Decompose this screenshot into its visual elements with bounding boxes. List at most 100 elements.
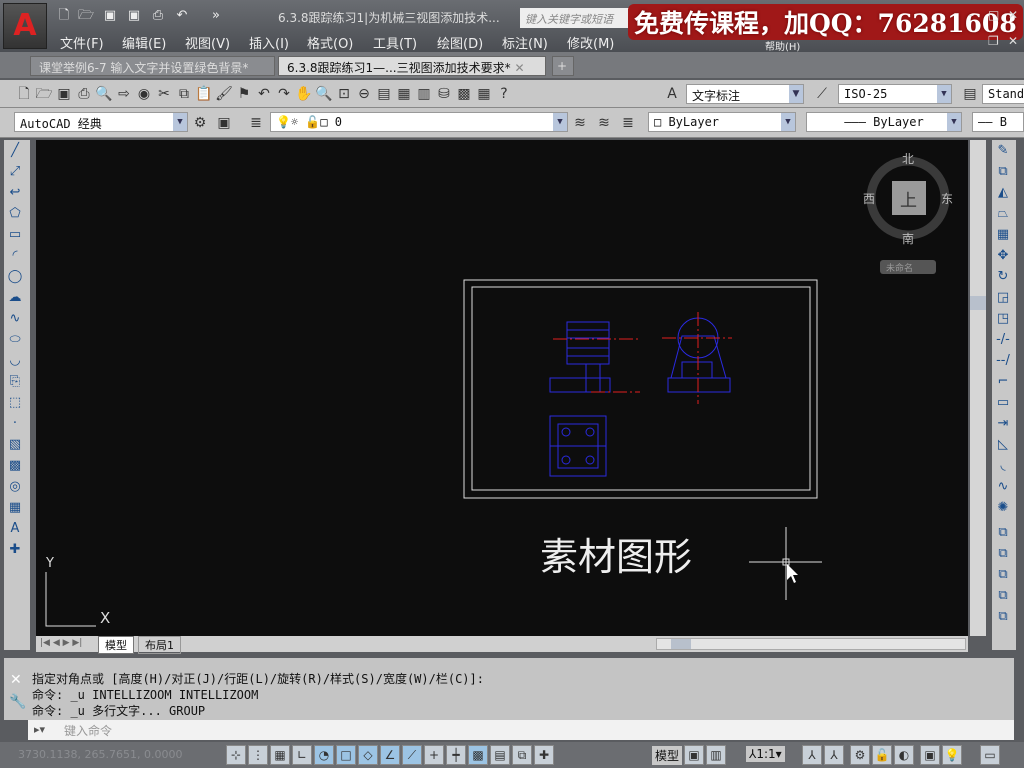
- copy-object-icon[interactable]: ⧉: [992, 161, 1014, 182]
- otrack-toggle[interactable]: ∠: [380, 745, 400, 765]
- workspace-icon[interactable]: ▣: [214, 113, 234, 133]
- revision-cloud-icon[interactable]: ☁: [4, 287, 26, 308]
- markup-icon[interactable]: ▩: [454, 84, 474, 104]
- menu-draw[interactable]: 绘图(D): [437, 33, 483, 52]
- clean-screen-icon[interactable]: ▭: [980, 745, 1000, 765]
- quick-properties-toggle[interactable]: ▤: [490, 745, 510, 765]
- zoom-previous-icon[interactable]: ⊖: [354, 84, 374, 104]
- cut-icon[interactable]: ✂: [154, 84, 174, 104]
- viewcube-east[interactable]: 东: [941, 190, 953, 207]
- color-select[interactable]: □ ByLayer ▼: [648, 112, 796, 132]
- spline-icon[interactable]: ∿: [4, 308, 26, 329]
- region-icon[interactable]: ◎: [4, 476, 26, 497]
- make-block-icon[interactable]: ⬚: [4, 392, 26, 413]
- lineweight-toggle[interactable]: ┿: [446, 745, 466, 765]
- construction-line-icon[interactable]: ⤢: [4, 161, 26, 182]
- layer-select[interactable]: 💡☼ 🔓□ 0 ▼: [270, 112, 568, 132]
- dim-style-select[interactable]: ISO-25 ▼: [838, 84, 952, 104]
- extend-icon[interactable]: --/: [992, 350, 1014, 371]
- coordinate-readout[interactable]: 3730.1138, 265.7651, 0.0000: [18, 748, 182, 761]
- lightbulb-icon[interactable]: 💡: [942, 745, 962, 765]
- ellipse-arc-icon[interactable]: ◡: [4, 350, 26, 371]
- properties-icon[interactable]: ▤: [374, 84, 394, 104]
- scrollbar-thumb[interactable]: [671, 639, 691, 649]
- lock-icon[interactable]: 🔓: [872, 745, 892, 765]
- add-selected-icon[interactable]: ✚: [4, 539, 26, 560]
- layout-icon[interactable]: ▣: [684, 745, 704, 765]
- menu-file[interactable]: 文件(F): [60, 33, 104, 52]
- draw-order-icon[interactable]: ⧉: [992, 522, 1014, 543]
- multiline-text-icon[interactable]: A: [4, 518, 26, 539]
- infer-constraints-toggle[interactable]: ⊹: [226, 745, 246, 765]
- annotation-scale-select[interactable]: ⅄1:1▾: [746, 746, 785, 762]
- menu-modify[interactable]: 修改(M): [567, 33, 614, 52]
- gear-icon[interactable]: ⚙: [190, 113, 210, 133]
- wrench-icon[interactable]: 🔧: [9, 694, 26, 710]
- pan-icon[interactable]: ✋: [294, 84, 314, 104]
- menu-insert[interactable]: 插入(I): [249, 33, 289, 52]
- drawing-text[interactable]: 素材图形: [540, 526, 692, 581]
- drawing-canvas[interactable]: 北 南 东 西 上 未命名 素材图形 Y X: [36, 140, 968, 636]
- annotation-monitor-toggle[interactable]: ✚: [534, 745, 554, 765]
- viewcube-south[interactable]: 南: [902, 230, 914, 247]
- hardware-acceleration-icon[interactable]: ◐: [894, 745, 914, 765]
- more-icon[interactable]: »: [208, 8, 224, 24]
- horizontal-scrollbar[interactable]: [656, 638, 966, 650]
- zoom-realtime-icon[interactable]: 🔍: [314, 84, 334, 104]
- menu-tools[interactable]: 工具(T): [373, 33, 417, 52]
- open-icon[interactable]: 🗁: [78, 8, 94, 24]
- layer-previous-icon[interactable]: ≋: [594, 113, 614, 133]
- close-tab-icon[interactable]: ✕: [514, 61, 524, 75]
- viewcube-west[interactable]: 西: [863, 190, 875, 207]
- bring-above-icon[interactable]: ⧉: [992, 585, 1014, 606]
- isolate-objects-icon[interactable]: ▣: [920, 745, 940, 765]
- fillet-icon[interactable]: ◟: [992, 455, 1014, 476]
- zoom-window-icon[interactable]: ⊡: [334, 84, 354, 104]
- viewcube-north[interactable]: 北: [902, 150, 914, 167]
- tab-nav-arrows[interactable]: |◀ ◀ ▶ ▶|: [40, 638, 82, 648]
- polar-toggle[interactable]: ◔: [314, 745, 334, 765]
- application-menu-button[interactable]: A: [3, 3, 47, 49]
- dyn-toggle[interactable]: +: [424, 745, 444, 765]
- break-icon[interactable]: ▭: [992, 392, 1014, 413]
- ellipse-icon[interactable]: ⬭: [4, 329, 26, 350]
- explode-icon[interactable]: ✺: [992, 497, 1014, 518]
- table-style-select[interactable]: Stand: [982, 84, 1024, 104]
- block-editor-icon[interactable]: ⚑: [234, 84, 254, 104]
- new-tab-button[interactable]: +: [552, 56, 574, 76]
- close-doc-button[interactable]: ✕: [1008, 34, 1018, 48]
- save-icon[interactable]: ▣: [54, 84, 74, 104]
- sheet-set-icon[interactable]: ⛁: [434, 84, 454, 104]
- move-icon[interactable]: ✥: [992, 245, 1014, 266]
- make-current-layer-icon[interactable]: ≋: [570, 113, 590, 133]
- send-back-icon[interactable]: ⧉: [992, 564, 1014, 585]
- tool-palettes-icon[interactable]: ▥: [414, 84, 434, 104]
- circle-icon[interactable]: ◯: [4, 266, 26, 287]
- scrollbar-thumb[interactable]: [970, 296, 986, 310]
- array-icon[interactable]: ▦: [992, 224, 1014, 245]
- workspace-gear-icon[interactable]: ⚙: [850, 745, 870, 765]
- paste-icon[interactable]: 📋: [194, 84, 214, 104]
- copy-icon[interactable]: ⧉: [174, 84, 194, 104]
- tab-layout1[interactable]: 布局1: [138, 636, 181, 654]
- vertical-scrollbar[interactable]: [970, 140, 986, 636]
- grid-toggle[interactable]: ▦: [270, 745, 290, 765]
- plot-icon[interactable]: ⎙: [74, 84, 94, 104]
- menu-edit[interactable]: 编辑(E): [122, 33, 166, 52]
- send-under-icon[interactable]: ⧉: [992, 606, 1014, 627]
- arc-icon[interactable]: ◜: [4, 245, 26, 266]
- redo-icon[interactable]: ↷: [274, 84, 294, 104]
- calculator-icon[interactable]: ▦: [474, 84, 494, 104]
- stretch-icon[interactable]: ◳: [992, 308, 1014, 329]
- chamfer-icon[interactable]: ◺: [992, 434, 1014, 455]
- close-icon[interactable]: ✕: [10, 672, 22, 688]
- close-button[interactable]: ✕: [1008, 8, 1018, 22]
- print-icon[interactable]: ⎙: [150, 8, 166, 24]
- save-as-icon[interactable]: ▣: [126, 8, 142, 24]
- quick-view-drawings-icon[interactable]: ▥: [706, 745, 726, 765]
- osnap-toggle[interactable]: □: [336, 745, 356, 765]
- open-icon[interactable]: 🗁: [34, 84, 54, 104]
- 3d-osnap-toggle[interactable]: ◇: [358, 745, 378, 765]
- bring-front-icon[interactable]: ⧉: [992, 543, 1014, 564]
- join-icon[interactable]: ⇥: [992, 413, 1014, 434]
